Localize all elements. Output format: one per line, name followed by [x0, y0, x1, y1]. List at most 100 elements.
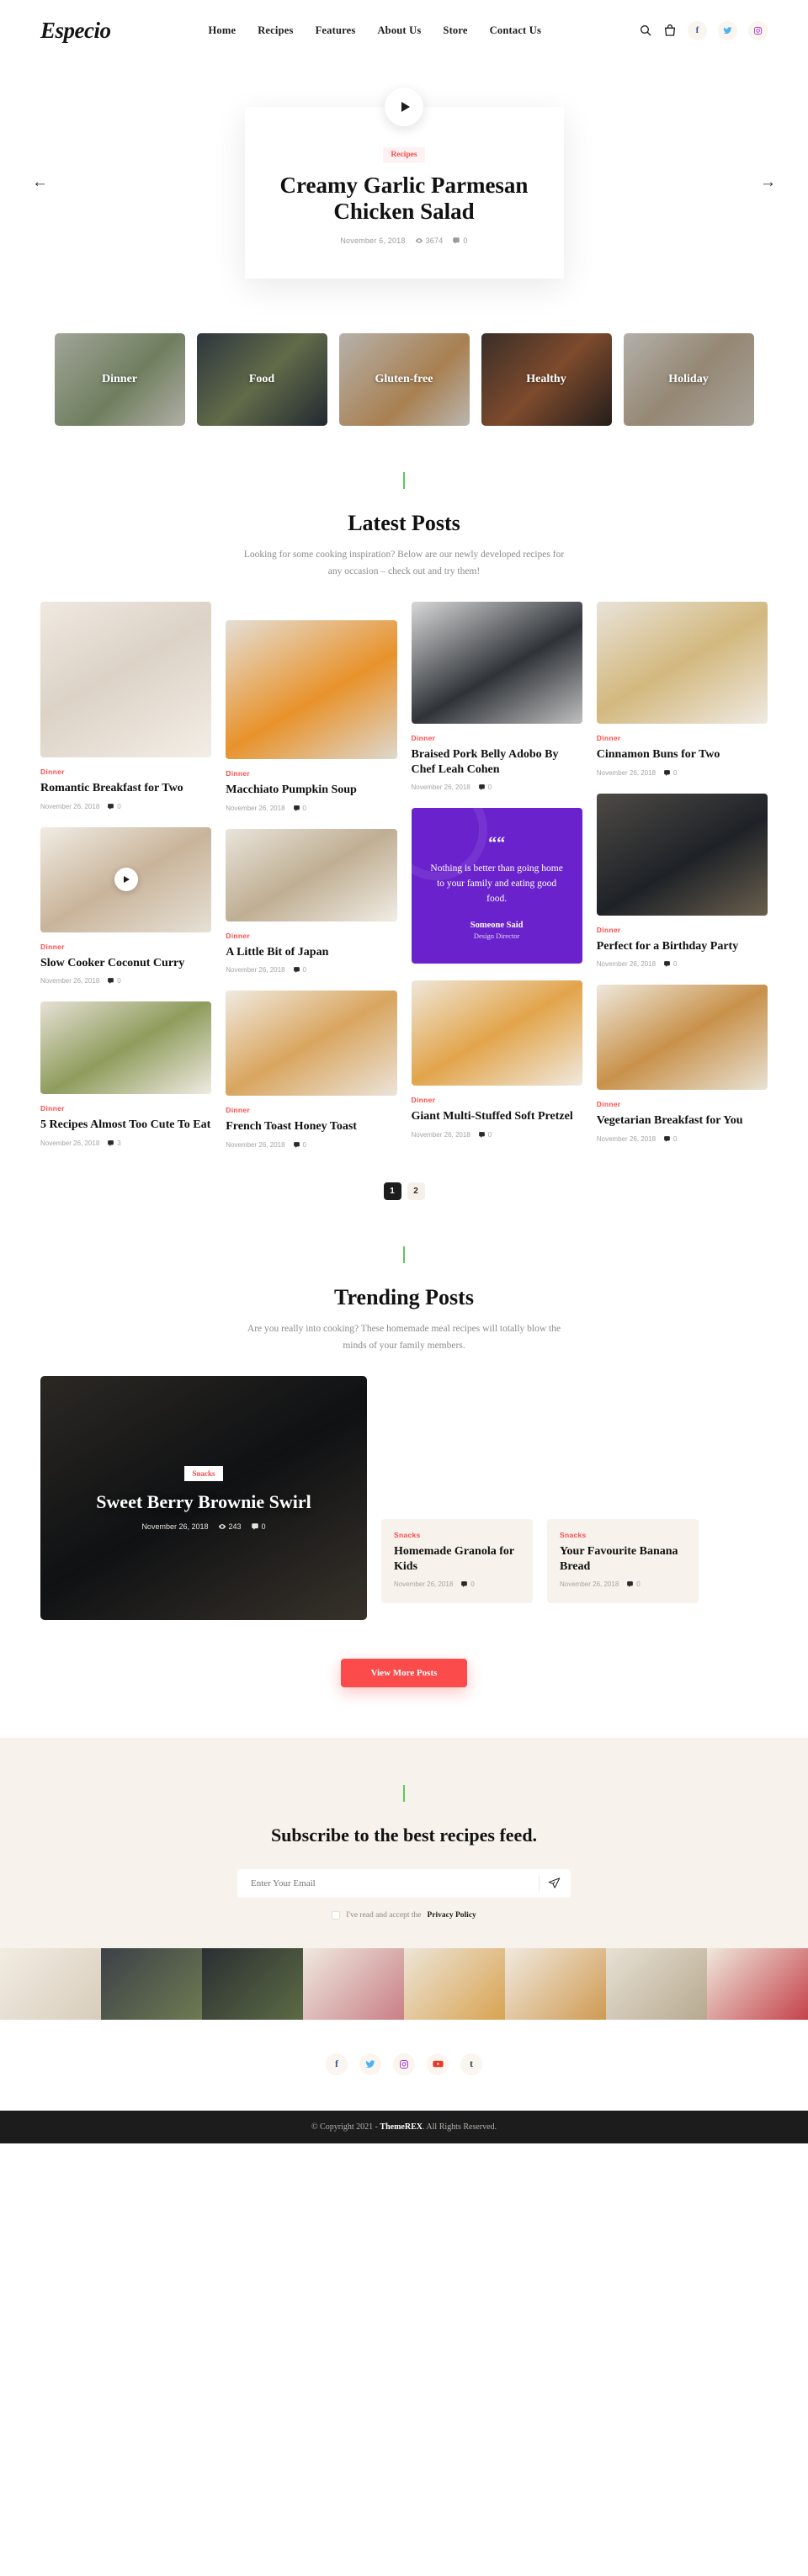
play-icon[interactable]	[385, 88, 423, 126]
post-category[interactable]: Dinner	[40, 943, 211, 951]
post-thumbnail[interactable]	[226, 991, 397, 1097]
privacy-checkbox[interactable]	[332, 1910, 341, 1920]
post-thumbnail[interactable]	[40, 602, 212, 758]
post-title[interactable]: 5 Recipes Almost Too Cute To Eat	[40, 1118, 211, 1133]
nav-item-contact-us[interactable]: Contact Us	[490, 24, 541, 37]
nav-item-recipes[interactable]: Recipes	[258, 24, 293, 37]
post-title[interactable]: Giant Multi-Stuffed Soft Pretzel	[412, 1109, 582, 1124]
post-card[interactable]: Dinner Perfect for a Birthday Party Nove…	[596, 793, 768, 968]
post-title[interactable]: Perfect for a Birthday Party	[597, 939, 768, 954]
play-icon[interactable]	[114, 868, 138, 892]
send-icon[interactable]	[548, 1877, 566, 1889]
quote-text: Nothing is better than going home to you…	[430, 863, 563, 904]
post-category[interactable]: Dinner	[597, 926, 768, 934]
gallery-image[interactable]	[404, 1947, 505, 2020]
hero-next-arrow[interactable]: →	[760, 173, 776, 192]
post-card[interactable]: Dinner Giant Multi-Stuffed Soft Pretzel …	[411, 980, 582, 1139]
instagram-icon[interactable]	[393, 2053, 415, 2075]
post-title[interactable]: A Little Bit of Japan	[226, 945, 396, 960]
privacy-policy-link[interactable]: Privacy Policy	[427, 1911, 476, 1920]
post-title[interactable]: Macchiato Pumpkin Soup	[226, 783, 396, 798]
trending-card-title[interactable]: Homemade Granola for Kids	[394, 1544, 520, 1574]
gallery-image[interactable]	[606, 1947, 707, 2020]
email-input[interactable]	[251, 1878, 530, 1888]
hero-category-badge[interactable]: Recipes	[383, 147, 425, 162]
facebook-icon[interactable]: f	[688, 20, 707, 40]
twitter-icon[interactable]	[359, 2053, 381, 2075]
post-thumbnail[interactable]	[596, 985, 768, 1091]
copyright-prefix: © Copyright 2021 -	[311, 2122, 380, 2132]
hero-prev-arrow[interactable]: ←	[32, 173, 48, 192]
post-title[interactable]: Vegetarian Breakfast for You	[597, 1113, 768, 1129]
post-category[interactable]: Dinner	[412, 734, 582, 742]
twitter-icon[interactable]	[718, 20, 737, 40]
pagination-page-2[interactable]: 2	[407, 1182, 425, 1200]
view-more-posts-button[interactable]: View More Posts	[340, 1659, 468, 1688]
post-thumbnail[interactable]	[411, 980, 582, 1086]
post-title[interactable]: Romantic Breakfast for Two	[40, 781, 211, 796]
post-category[interactable]: Dinner	[412, 1096, 582, 1104]
post-title[interactable]: Cinnamon Buns for Two	[597, 747, 768, 762]
trending-card[interactable]: Snacks Your Favourite Banana Bread Novem…	[547, 1519, 699, 1604]
post-card[interactable]: Dinner Braised Pork Belly Adobo By Chef …	[411, 602, 582, 791]
shopping-bag-icon[interactable]	[663, 24, 677, 37]
nav-item-store[interactable]: Store	[443, 24, 467, 37]
trending-card-category[interactable]: Snacks	[560, 1531, 686, 1539]
comment-icon	[251, 1522, 258, 1530]
category-tile-holiday[interactable]: Holiday	[623, 333, 754, 427]
trending-feature-category[interactable]: Snacks	[184, 1465, 223, 1481]
post-title[interactable]: French Toast Honey Toast	[226, 1119, 396, 1134]
gallery-image[interactable]	[303, 1947, 404, 2020]
post-thumbnail[interactable]	[226, 620, 397, 760]
trending-card[interactable]: Snacks Homemade Granola for Kids Novembe…	[381, 1519, 533, 1604]
post-category[interactable]: Dinner	[597, 1100, 768, 1108]
nav-item-about-us[interactable]: About Us	[377, 24, 421, 37]
trending-card-title[interactable]: Your Favourite Banana Bread	[560, 1544, 686, 1574]
trending-card-comments: 0	[460, 1580, 475, 1588]
trending-feature-card[interactable]: Snacks Sweet Berry Brownie Swirl Novembe…	[40, 1376, 367, 1621]
site-logo[interactable]: Especio	[40, 18, 111, 44]
post-thumbnail[interactable]	[226, 828, 397, 922]
post-category[interactable]: Dinner	[40, 767, 211, 776]
post-card[interactable]: Dinner Cinnamon Buns for Two November 26…	[596, 602, 768, 777]
hero-card[interactable]: Recipes Creamy Garlic Parmesan Chicken S…	[244, 88, 564, 279]
post-category[interactable]: Dinner	[597, 734, 768, 742]
post-title[interactable]: Braised Pork Belly Adobo By Chef Leah Co…	[412, 747, 582, 777]
post-thumbnail[interactable]	[40, 1001, 212, 1095]
nav-item-features[interactable]: Features	[316, 24, 356, 37]
nav-item-home[interactable]: Home	[208, 24, 236, 37]
category-tile-gluten-free[interactable]: Gluten-free	[338, 333, 470, 427]
pagination-page-1[interactable]: 1	[383, 1182, 401, 1200]
post-thumbnail[interactable]	[596, 793, 768, 916]
post-card[interactable]: Dinner French Toast Honey Toast November…	[226, 991, 397, 1149]
gallery-image[interactable]	[0, 1947, 101, 2020]
trending-card-category[interactable]: Snacks	[394, 1531, 520, 1539]
gallery-image[interactable]	[202, 1947, 303, 2020]
gallery-image[interactable]	[707, 1947, 808, 2020]
facebook-icon[interactable]: f	[326, 2053, 348, 2075]
post-card[interactable]: Dinner Vegetarian Breakfast for You Nove…	[596, 985, 768, 1143]
post-card[interactable]: Dinner Slow Cooker Coconut Curry Novembe…	[40, 826, 212, 985]
category-tile-dinner[interactable]: Dinner	[54, 333, 185, 427]
instagram-icon[interactable]	[748, 20, 768, 40]
copyright-brand[interactable]: ThemeREX	[380, 2122, 423, 2132]
post-category[interactable]: Dinner	[226, 769, 396, 778]
tumblr-icon[interactable]: t	[460, 2053, 482, 2075]
post-thumbnail[interactable]	[596, 602, 768, 725]
youtube-icon[interactable]	[427, 2053, 449, 2075]
category-tile-healthy[interactable]: Healthy	[481, 333, 612, 427]
gallery-image[interactable]	[101, 1947, 202, 2020]
post-title[interactable]: Slow Cooker Coconut Curry	[40, 956, 211, 971]
post-thumbnail[interactable]	[411, 602, 582, 725]
post-card[interactable]: Dinner Macchiato Pumpkin Soup November 2…	[226, 620, 397, 812]
post-thumbnail[interactable]	[40, 826, 212, 932]
gallery-image[interactable]	[505, 1947, 606, 2020]
post-category[interactable]: Dinner	[226, 1106, 396, 1114]
search-icon[interactable]	[639, 24, 652, 37]
category-tile-food[interactable]: Food	[196, 333, 327, 427]
post-category[interactable]: Dinner	[40, 1104, 211, 1113]
post-card[interactable]: Dinner 5 Recipes Almost Too Cute To Eat …	[40, 1001, 212, 1147]
post-card[interactable]: Dinner A Little Bit of Japan November 26…	[226, 828, 397, 974]
post-category[interactable]: Dinner	[226, 932, 396, 940]
post-card[interactable]: Dinner Romantic Breakfast for Two Novemb…	[40, 602, 212, 810]
